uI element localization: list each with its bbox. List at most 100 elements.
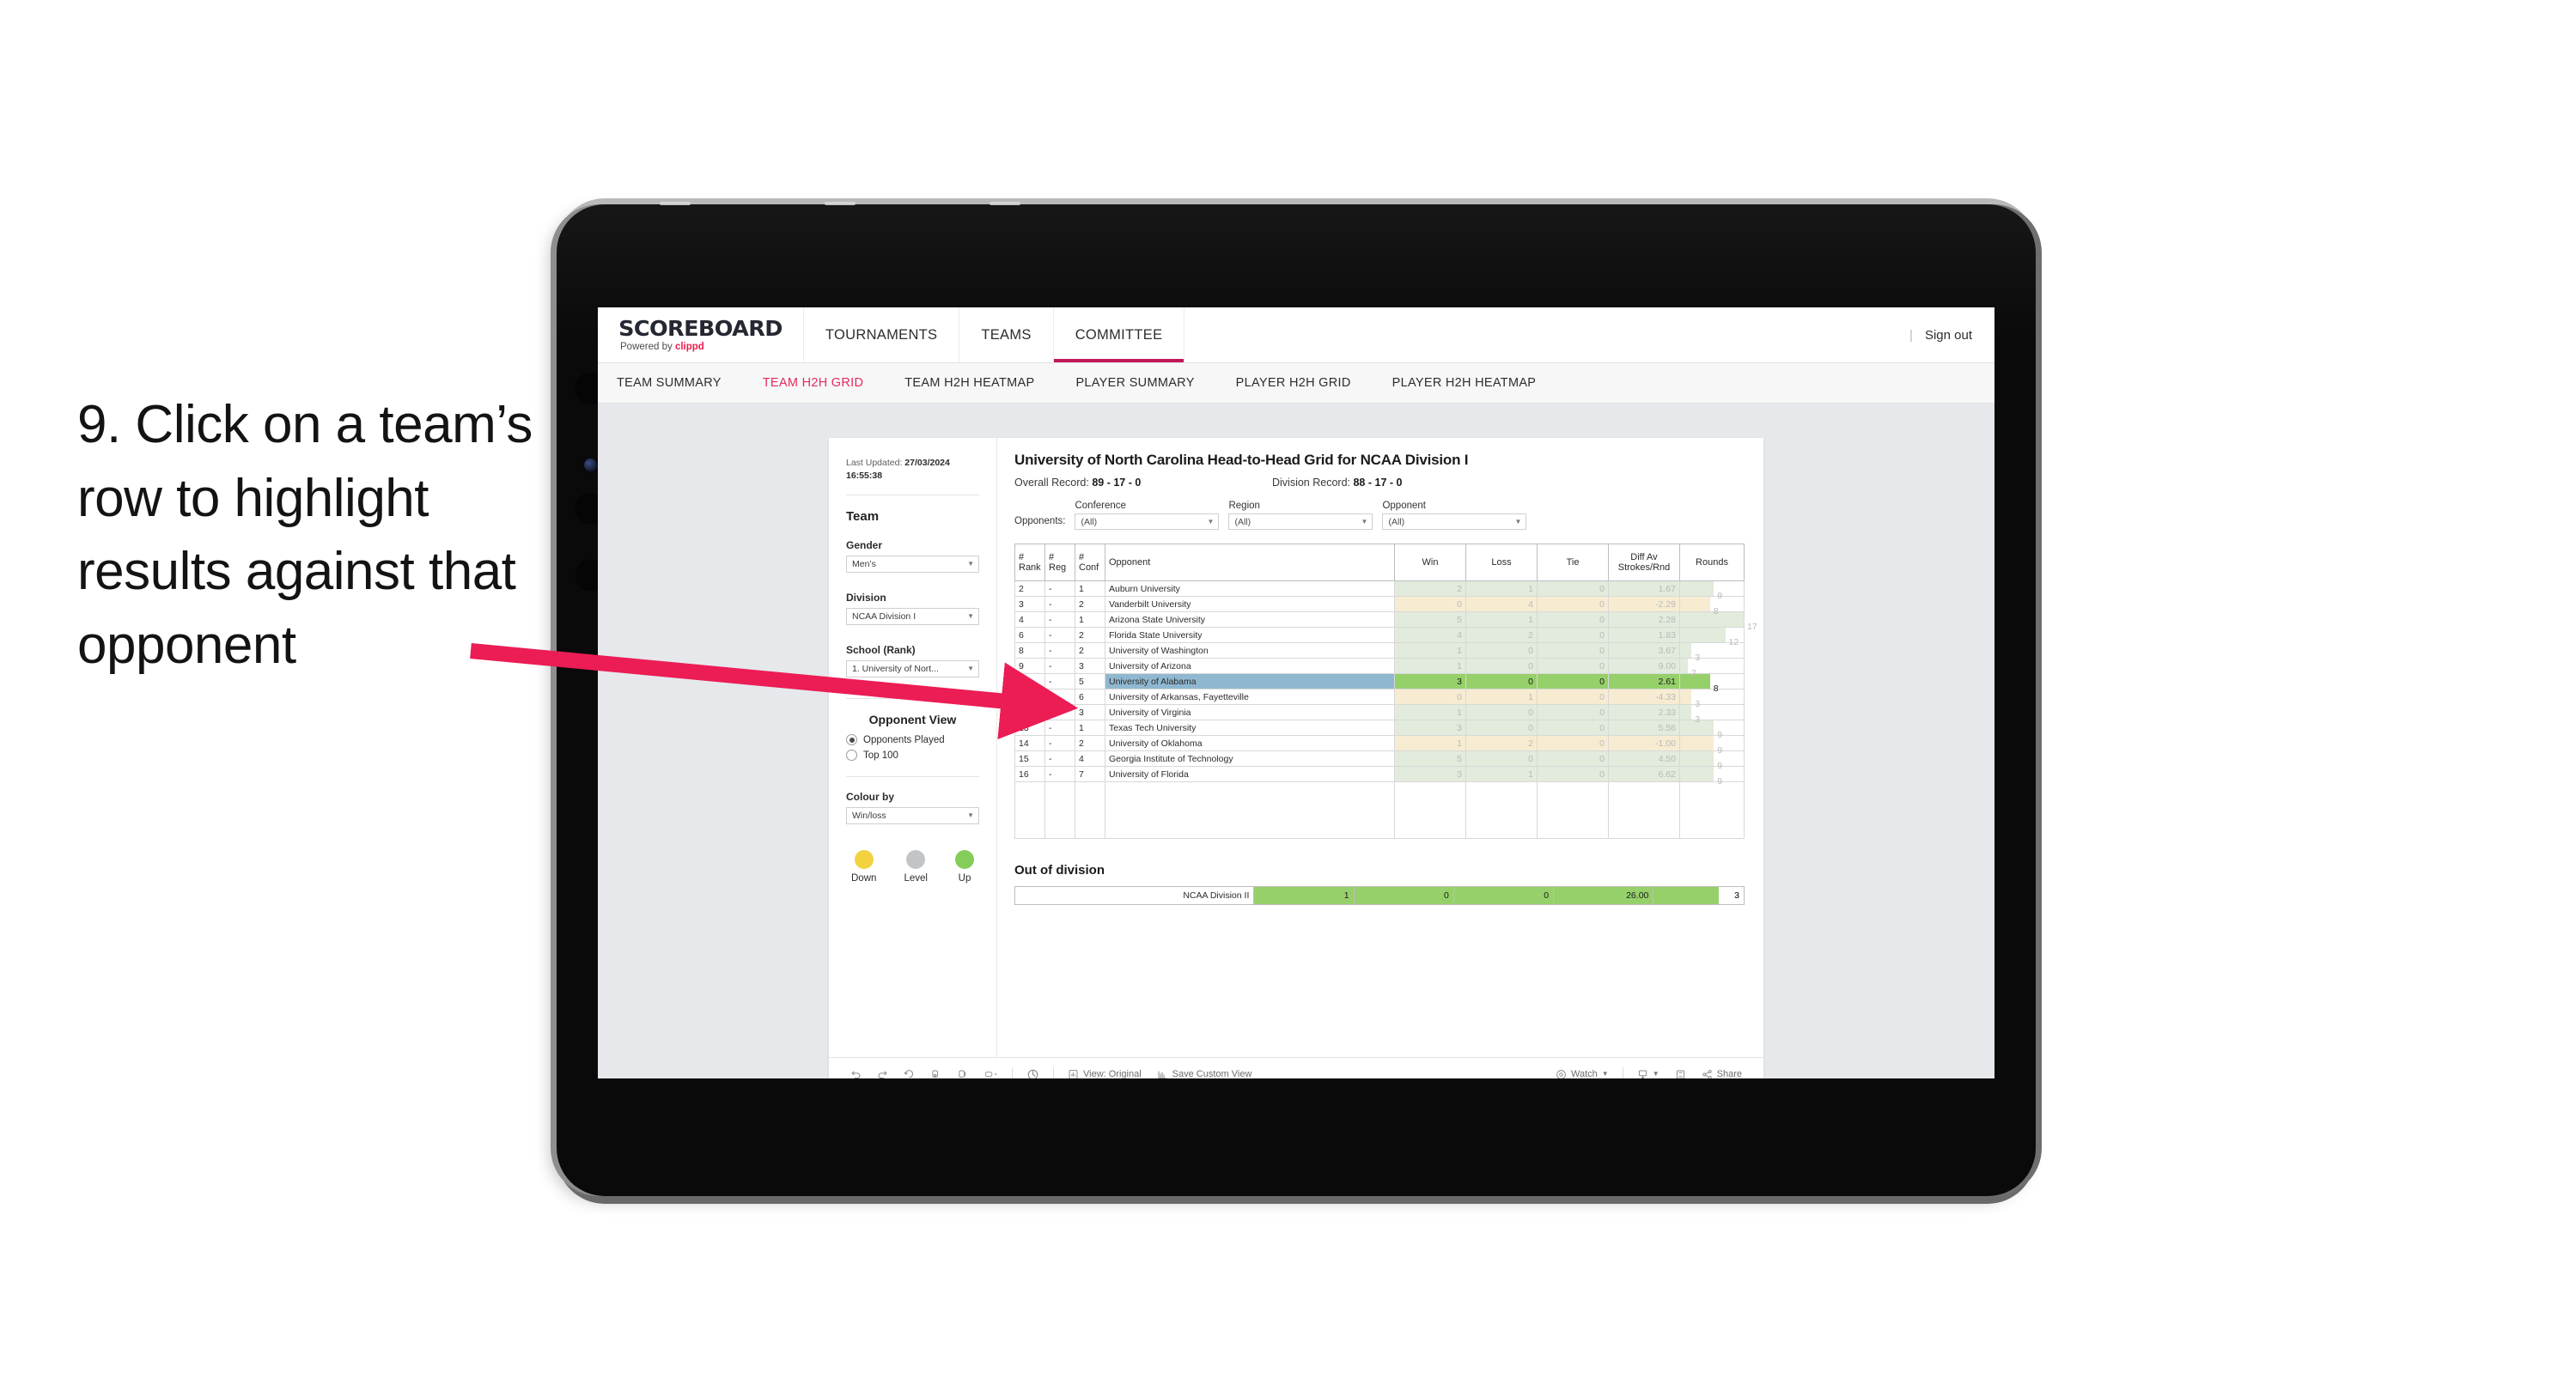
signout-link[interactable]: Sign out <box>1925 328 1972 343</box>
cell-win: 5 <box>1394 611 1466 628</box>
refresh-button[interactable] <box>923 1069 949 1079</box>
screenshot-root: 9. Click on a team’s row to highlight re… <box>0 0 2576 1385</box>
cell-tie: 0 <box>1537 750 1609 767</box>
save-custom-view-label: Save Custom View <box>1172 1069 1252 1078</box>
save-custom-view-button[interactable]: Save Custom View <box>1149 1069 1260 1078</box>
filter-region-value: (All) <box>1234 516 1251 527</box>
table-row[interactable]: 12-3 University of Virginia 1 0 0 2.33 3 <box>1014 704 1745 725</box>
fullscreen-button[interactable] <box>1667 1069 1694 1079</box>
tab-player-h2h-heatmap[interactable]: PLAYER H2H HEATMAP <box>1372 376 1557 390</box>
school-select[interactable]: 1. University of Nort... ▼ <box>846 660 979 678</box>
tab-player-h2h-grid[interactable]: PLAYER H2H GRID <box>1215 376 1372 390</box>
toolbar-divider-1 <box>1012 1066 1013 1078</box>
legend-dot-up <box>955 850 974 870</box>
app-logo[interactable]: SCOREBOARD Powered by clippd <box>598 307 804 362</box>
chevron-down-icon: ▼ <box>967 560 974 568</box>
tab-team-summary[interactable]: TEAM SUMMARY <box>617 376 742 390</box>
grid-head: # Rank # Reg # Conf Opponent Win Loss Ti… <box>1014 544 1745 581</box>
cell-loss: 0 <box>1465 673 1538 689</box>
cell-tie: 0 <box>1537 766 1609 782</box>
table-row[interactable]: 14-2 University of Oklahoma 1 2 0 -1.00 9 <box>1014 735 1745 756</box>
table-row[interactable]: 8-2 University of Washington 1 0 0 3.67 3 <box>1014 642 1745 663</box>
cell-loss: 4 <box>1465 596 1538 612</box>
colour-by-select[interactable]: Win/loss ▼ <box>846 807 979 825</box>
navbar-spacer <box>1184 307 1909 362</box>
cell-rank: 3 <box>1014 596 1045 612</box>
gender-select[interactable]: Men’s ▼ <box>846 556 979 574</box>
pause-button[interactable] <box>949 1069 976 1079</box>
tab-player-summary[interactable]: PLAYER SUMMARY <box>1055 376 1215 390</box>
table-row[interactable]: 16-7 University of Florida 3 1 0 6.62 9 <box>1014 766 1745 787</box>
h2h-grid-table: # Rank # Reg # Conf Opponent Win Loss Ti… <box>1014 544 1757 839</box>
radio-opponents-played-label: Opponents Played <box>863 734 945 745</box>
table-row[interactable]: 11-6 University of Arkansas, Fayetteville… <box>1014 689 1745 709</box>
legend-label-level: Level <box>904 873 928 884</box>
share-button[interactable]: Share <box>1694 1069 1750 1078</box>
table-row[interactable]: 13-1 Texas Tech University 3 0 0 5.56 9 <box>1014 720 1745 740</box>
table-row[interactable]: 3-2 Vanderbilt University 0 4 0 -2.29 8 <box>1014 596 1745 617</box>
cell-conf: 3 <box>1075 704 1105 720</box>
cell-rank: 15 <box>1014 750 1045 767</box>
workspace: Last Updated: 27/03/2024 16:55:38 Team G… <box>598 404 1994 1078</box>
cell-rounds: 3 <box>1679 704 1745 725</box>
table-row[interactable]: 6-2 Florida State University 4 2 0 1.83 12 <box>1014 627 1745 647</box>
cell-conf: 3 <box>1075 658 1105 674</box>
cell-win: 1 <box>1394 704 1466 720</box>
instruction-caption: 9. Click on a team’s row to highlight re… <box>77 395 533 675</box>
cell-diff: 2.61 <box>1608 673 1680 689</box>
view-original-button[interactable]: View: Original <box>1060 1069 1149 1078</box>
colour-by-value: Win/loss <box>852 811 886 822</box>
filter-opponent-select[interactable]: (All) ▼ <box>1382 513 1527 530</box>
table-row[interactable]: 2-1 Auburn University 2 1 0 1.67 9 <box>1014 580 1745 601</box>
tab-team-h2h-heatmap[interactable]: TEAM H2H HEATMAP <box>884 376 1055 390</box>
col-reg-top: # <box>1049 552 1055 562</box>
cell-diff: 2.33 <box>1608 704 1680 720</box>
col-conf-top: # <box>1079 552 1085 562</box>
out-of-division-row[interactable]: NCAA Division II 1 0 0 26.00 3 <box>1014 886 1745 905</box>
filter-conference-select[interactable]: (All) ▼ <box>1075 513 1220 530</box>
record-row: Overall Record: 89 - 17 - 0 Division Rec… <box>1014 477 1745 489</box>
radio-opponents-played[interactable]: Opponents Played <box>846 734 979 746</box>
logo-tagline-brand: clippd <box>674 342 704 352</box>
division-select[interactable]: NCAA Division I ▼ <box>846 608 979 626</box>
devices-button[interactable] <box>1019 1068 1047 1078</box>
cell-loss: 2 <box>1465 735 1538 751</box>
cell-rank: 6 <box>1014 627 1045 643</box>
tablet-screen: SCOREBOARD Powered by clippd TOURNAMENTS… <box>598 307 1994 1078</box>
cell-rounds: 8 <box>1679 673 1745 694</box>
cell-rounds: 8 <box>1679 596 1745 617</box>
cell-reg: - <box>1044 766 1075 782</box>
cell-win: 1 <box>1394 658 1466 674</box>
table-row[interactable]: 4-1 Arizona State University 5 1 0 2.28 17 <box>1014 611 1757 632</box>
cell-reg: - <box>1044 627 1075 643</box>
pane-heading-opponent-view: Opponent View <box>868 713 957 727</box>
table-row[interactable]: 15-4 Georgia Institute of Technology 5 0 0 4.… <box>1014 750 1745 771</box>
table-row[interactable]: 9-3 University of Arizona 1 0 0 9.00 2 <box>1014 658 1745 678</box>
revert-button[interactable] <box>896 1069 923 1079</box>
redo-button[interactable] <box>869 1069 896 1079</box>
ood-tie: 0 <box>1452 886 1555 905</box>
nav-item-teams[interactable]: TEAMS <box>959 307 1054 362</box>
watch-button[interactable]: Watch ▼ <box>1548 1069 1617 1078</box>
cell-diff: 1.67 <box>1608 580 1680 597</box>
chevron-down-icon: ▼ <box>967 811 974 820</box>
opponent-filter-row: Opponents: Conference (All) ▼ Region (Al… <box>1014 501 1745 530</box>
cell-conf: 6 <box>1075 689 1105 705</box>
cell-rank: 14 <box>1014 735 1045 751</box>
device-speaker-grille <box>660 201 1020 206</box>
tab-team-h2h-grid[interactable]: TEAM H2H GRID <box>742 376 885 390</box>
cell-opponent: Vanderbilt University <box>1105 596 1395 612</box>
viz-title: University of North Carolina Head-to-Hea… <box>1014 452 1469 468</box>
cell-win: 3 <box>1394 766 1466 782</box>
nav-item-committee[interactable]: COMMITTEE <box>1053 307 1185 362</box>
nav-item-tournaments[interactable]: TOURNAMENTS <box>804 307 960 362</box>
download-button[interactable]: ▼ <box>1629 1069 1667 1078</box>
undo-button[interactable] <box>843 1069 869 1079</box>
filter-conference-value: (All) <box>1081 516 1098 527</box>
table-row[interactable]: 10-5 University of Alabama 3 0 0 2.61 8 <box>1014 673 1745 694</box>
filter-region-select[interactable]: (All) ▼ <box>1228 513 1373 530</box>
highlight-button[interactable] <box>976 1069 1006 1079</box>
col-loss: Loss <box>1465 544 1538 581</box>
cell-win: 5 <box>1394 750 1466 767</box>
radio-top-100[interactable]: Top 100 <box>846 750 979 762</box>
